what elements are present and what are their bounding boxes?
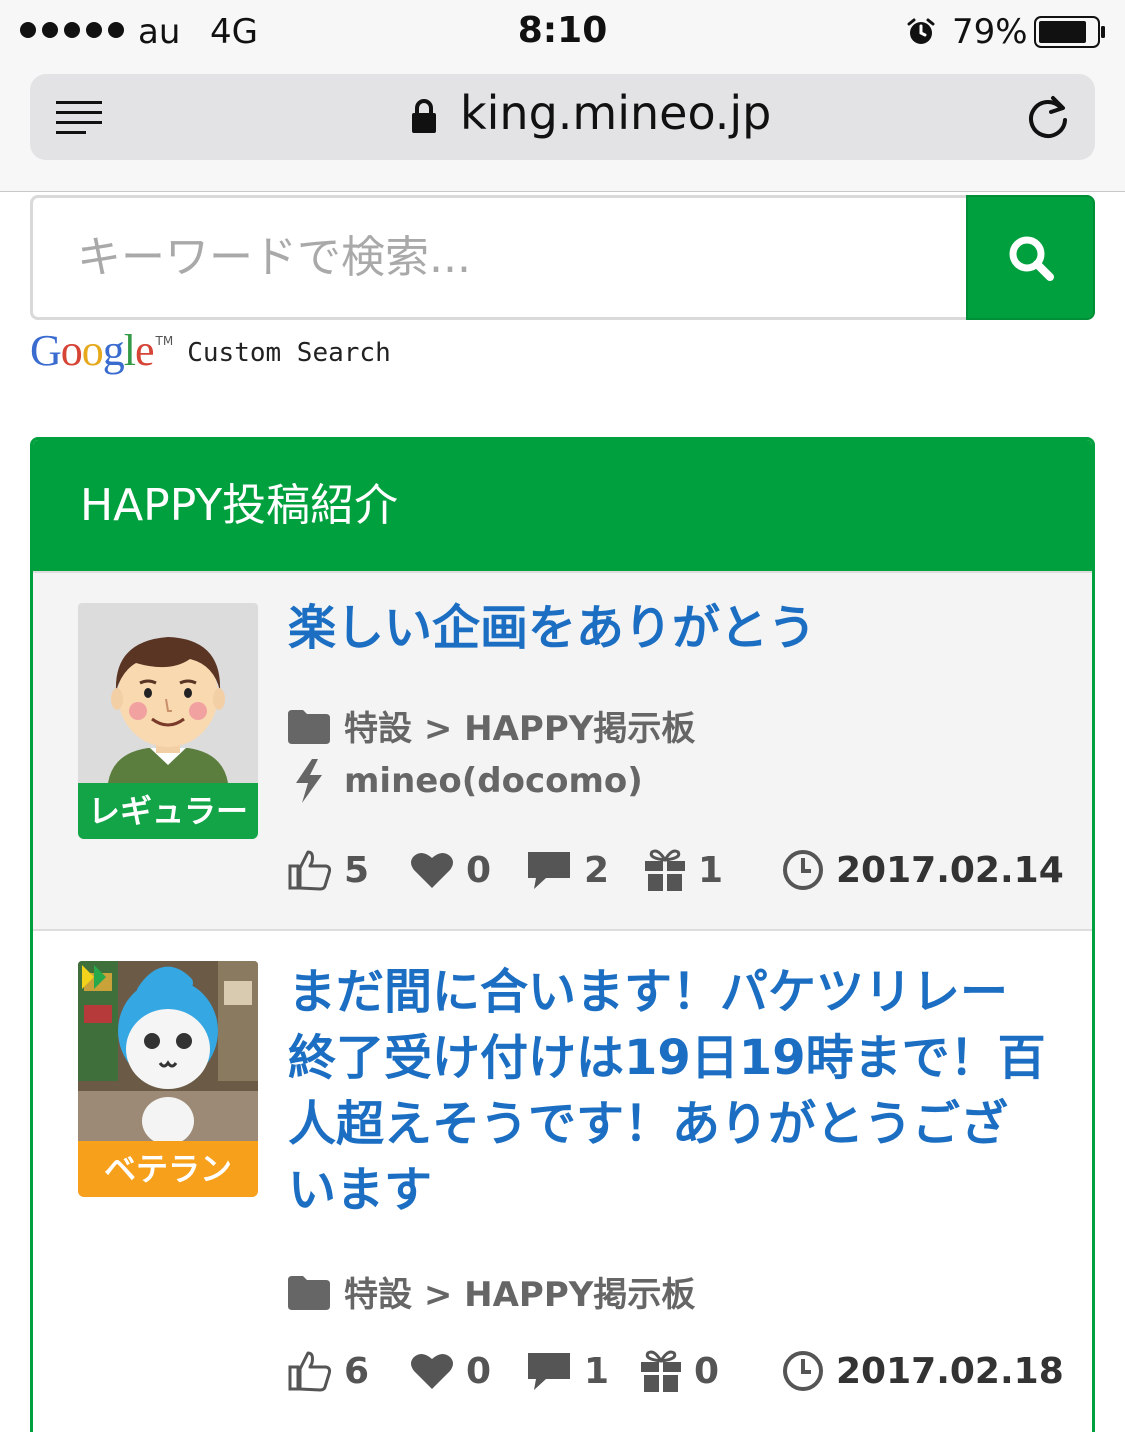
thumbs-up-icon — [288, 1351, 332, 1392]
category-label: 特設 > HAPPY掲示板 — [344, 709, 696, 749]
lightning-icon — [296, 759, 322, 803]
alarm-icon — [907, 18, 935, 44]
gift-icon — [645, 849, 685, 891]
comment-icon — [528, 1353, 570, 1390]
clock-icon — [783, 850, 823, 890]
panel-title: HAPPY投稿紹介 — [33, 440, 1092, 571]
post-title-link[interactable]: まだ間に合います！パケツリレー終了受け付けは19日19時まで！百人超えそうです！… — [288, 959, 1048, 1223]
post-item[interactable]: レギュラー 楽しい企画をありがとう 特設 > HAPPY掲示板 mineo(do… — [33, 571, 1092, 929]
gift-count-value: 1 — [698, 849, 724, 891]
reload-icon[interactable] — [1025, 94, 1071, 140]
post-carrier: mineo(docomo) — [288, 759, 643, 803]
reader-icon[interactable] — [56, 100, 104, 134]
folder-icon — [288, 709, 330, 744]
like-count[interactable]: 6 — [288, 1346, 369, 1396]
post-date: 2017.02.18 — [782, 1346, 1064, 1396]
avatar[interactable]: ベテラン — [78, 961, 258, 1197]
rank-badge: ベテラン — [78, 1141, 258, 1197]
rank-badge: レギュラー — [78, 783, 258, 839]
gift-count[interactable]: 0 — [640, 1346, 719, 1396]
search-field[interactable] — [30, 195, 966, 320]
google-custom-search-branding: Google TM Custom Search — [30, 322, 391, 378]
post-stats: 6 0 1 0 2017.02.18 — [288, 1346, 1064, 1396]
heart-icon — [411, 1353, 453, 1389]
avatar-image — [78, 961, 258, 1141]
mascot-avatar-icon — [78, 961, 258, 1141]
man-avatar-icon — [78, 603, 258, 783]
folder-icon — [288, 1275, 330, 1310]
heart-count[interactable]: 0 — [410, 1346, 491, 1396]
url-text: king.mineo.jp — [460, 86, 772, 140]
comment-count[interactable]: 2 — [526, 845, 609, 895]
avatar[interactable]: レギュラー — [78, 603, 258, 839]
post-date: 2017.02.14 — [782, 845, 1064, 895]
search-button[interactable] — [966, 195, 1095, 320]
post-category[interactable]: 特設 > HAPPY掲示板 — [288, 1267, 695, 1316]
like-count-value: 6 — [344, 1350, 370, 1392]
post-date-value: 2017.02.18 — [836, 1350, 1064, 1392]
post-item[interactable]: ベテラン まだ間に合います！パケツリレー終了受け付けは19日19時まで！百人超え… — [33, 929, 1092, 1429]
comment-count[interactable]: 1 — [526, 1346, 609, 1396]
heart-count-value: 0 — [466, 849, 492, 891]
clock-icon — [783, 1351, 823, 1391]
avatar-image — [78, 603, 258, 783]
post-date-value: 2017.02.14 — [836, 849, 1064, 891]
happy-posts-panel: HAPPY投稿紹介 レギュラー 楽しい企画をありがとう 特設 > HAPPY掲示… — [30, 437, 1095, 1432]
post-stats: 5 0 2 1 2017.02.14 — [288, 845, 1064, 895]
comment-icon — [528, 852, 570, 889]
lock-icon — [412, 99, 436, 133]
like-count[interactable]: 5 — [288, 845, 369, 895]
search-input[interactable] — [33, 198, 966, 317]
custom-search-label: Custom Search — [187, 338, 391, 368]
category-label: 特設 > HAPPY掲示板 — [344, 1275, 696, 1315]
search-icon — [1009, 236, 1054, 281]
gift-count-value: 0 — [694, 1350, 720, 1392]
battery-percentage: 79% — [952, 12, 1028, 52]
trademark-label: TM — [155, 334, 174, 348]
status-bar: au 4G 8:10 79% — [0, 0, 1125, 62]
heart-count-value: 0 — [466, 1350, 492, 1392]
heart-count[interactable]: 0 — [410, 845, 491, 895]
comment-count-value: 1 — [584, 1350, 610, 1392]
like-count-value: 5 — [344, 849, 370, 891]
heart-icon — [411, 852, 453, 888]
post-title-link[interactable]: 楽しい企画をありがとう — [288, 595, 1048, 661]
battery-icon — [1034, 16, 1105, 48]
comment-count-value: 2 — [584, 849, 610, 891]
thumbs-up-icon — [288, 850, 332, 891]
browser-toolbar: king.mineo.jp — [0, 62, 1125, 192]
gift-count[interactable]: 1 — [644, 845, 723, 895]
google-logo: Google — [30, 325, 155, 375]
post-category[interactable]: 特設 > HAPPY掲示板 — [288, 701, 695, 750]
gift-icon — [641, 1350, 681, 1392]
address-bar[interactable]: king.mineo.jp — [30, 74, 1095, 160]
carrier-label: mineo(docomo) — [344, 761, 643, 801]
